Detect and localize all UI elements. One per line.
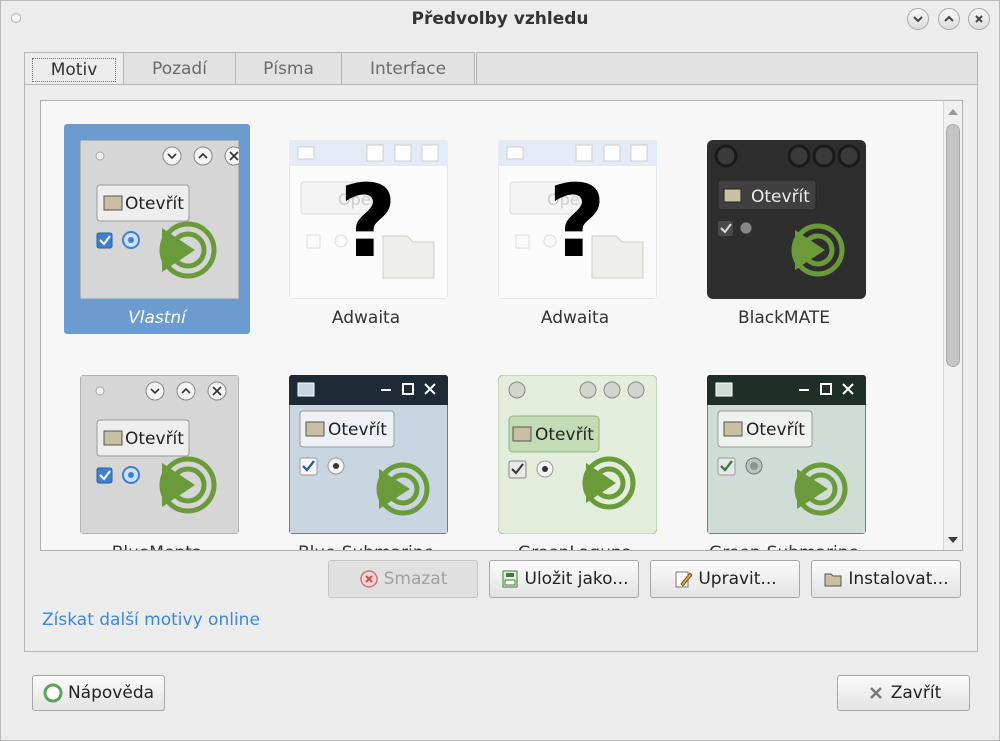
tab-motiv[interactable]: Motiv — [24, 52, 124, 86]
preview-button-text: Otevřít — [328, 420, 387, 440]
scrollbar-thumb[interactable] — [946, 124, 960, 367]
theme-name: Blue-Submarine — [273, 543, 459, 550]
help-icon — [43, 683, 63, 703]
delete-label: Smazat — [383, 569, 448, 589]
tab-label: Pozadí — [152, 59, 207, 79]
scroll-up-arrow-icon[interactable] — [948, 109, 958, 115]
tab-label: Interface — [369, 59, 447, 79]
preview-button-text: Otevřít — [535, 425, 594, 445]
theme-preview: Otevřít — [707, 375, 866, 534]
chevron-up-icon — [944, 15, 954, 22]
theme-tile-blackmate[interactable]: Otevřít BlackMATE — [691, 124, 877, 334]
close-window-button[interactable] — [968, 8, 990, 30]
help-button[interactable]: Nápověda — [32, 675, 165, 711]
edit-theme-button[interactable]: Upravit... — [650, 560, 800, 598]
save-icon — [502, 570, 517, 588]
tab-strip: Motiv Pozadí Písma Interface — [24, 52, 475, 86]
theme-name: GreenLaguna — [482, 543, 668, 550]
theme-name: Adwaita — [540, 308, 610, 328]
theme-tile-green-submarine[interactable]: Otevřít Green-Submarine — [691, 359, 877, 550]
tab-strip-background — [476, 52, 978, 85]
close-icon — [869, 687, 882, 699]
theme-name: BlueMenta — [64, 543, 250, 550]
theme-tile-greenlaguna[interactable]: Otevřít GreenLaguna — [482, 359, 668, 550]
edit-label: Upravit... — [698, 569, 777, 589]
folder-icon — [824, 573, 842, 587]
install-theme-button[interactable]: Instalovat... — [811, 560, 961, 598]
window-title: Předvolby vzhledu — [411, 9, 589, 29]
save-as-button[interactable]: Uložit jako... — [489, 560, 639, 598]
theme-tile-adwaita-2[interactable]: Ope ? Adwaita — [482, 124, 668, 334]
close-button[interactable]: Zavřít — [837, 675, 970, 711]
preview-button-text: Otevřít — [746, 420, 805, 440]
theme-tile-blue-submarine[interactable]: Otevřít Blue-Submarine — [273, 359, 459, 550]
install-label: Instalovat... — [848, 569, 949, 589]
appearance-preferences-window: Předvolby vzhledu Motiv Pozadí Písma Int… — [0, 0, 1000, 741]
preview-button-text: Otevřít — [125, 429, 184, 449]
save-as-label: Uložit jako... — [524, 569, 629, 589]
theme-tile-bluementa[interactable]: Otevřít BlueMenta — [64, 359, 250, 550]
theme-preview: Otevřít — [289, 375, 448, 534]
question-mark-icon: ? — [548, 163, 606, 280]
theme-preview: Otevřít — [707, 140, 866, 299]
get-more-themes-link[interactable]: Získat další motivy online — [42, 610, 260, 630]
edit-icon — [675, 571, 694, 588]
tab-pisma[interactable]: Písma — [235, 52, 342, 85]
preview-button-text: Otevřít — [751, 187, 810, 207]
help-label: Nápověda — [67, 683, 155, 703]
question-mark-icon: ? — [339, 163, 397, 280]
minimize-button[interactable] — [907, 8, 929, 30]
tab-pozadi[interactable]: Pozadí — [123, 52, 236, 85]
scroll-down-arrow-icon[interactable] — [948, 537, 958, 543]
theme-name: BlackMATE — [737, 308, 831, 328]
delete-theme-button[interactable]: Smazat — [328, 560, 478, 598]
theme-preview: Otevřít — [80, 140, 239, 299]
theme-name: Vlastní — [128, 308, 186, 328]
chevron-down-icon — [913, 16, 923, 23]
tab-label: Motiv — [31, 57, 117, 82]
theme-preview: Ope ? — [498, 140, 657, 299]
delete-icon — [359, 570, 378, 588]
theme-grid-scrollbar[interactable] — [943, 101, 962, 550]
theme-tile-adwaita[interactable]: Ope ? Adwaita — [273, 124, 459, 334]
theme-grid[interactable]: Otevřít Vlastní Ope ? Adwaita Ope ? Adwa… — [40, 100, 963, 551]
theme-tile-vlastni[interactable]: Otevřít Vlastní — [64, 124, 250, 334]
preview-button-text: Otevřít — [125, 194, 184, 214]
theme-preview: Otevřít — [498, 375, 657, 534]
theme-name: Green-Submarine — [691, 543, 877, 550]
close-label: Zavřít — [890, 683, 942, 703]
maximize-button[interactable] — [938, 8, 960, 30]
theme-preview: Otevřít — [80, 375, 239, 534]
theme-name: Adwaita — [331, 308, 401, 328]
tab-label: Písma — [263, 59, 314, 79]
tab-interface[interactable]: Interface — [341, 52, 475, 85]
close-icon — [975, 15, 983, 23]
theme-preview: Ope ? — [289, 140, 448, 299]
titlebar[interactable]: Předvolby vzhledu — [1, 1, 999, 37]
